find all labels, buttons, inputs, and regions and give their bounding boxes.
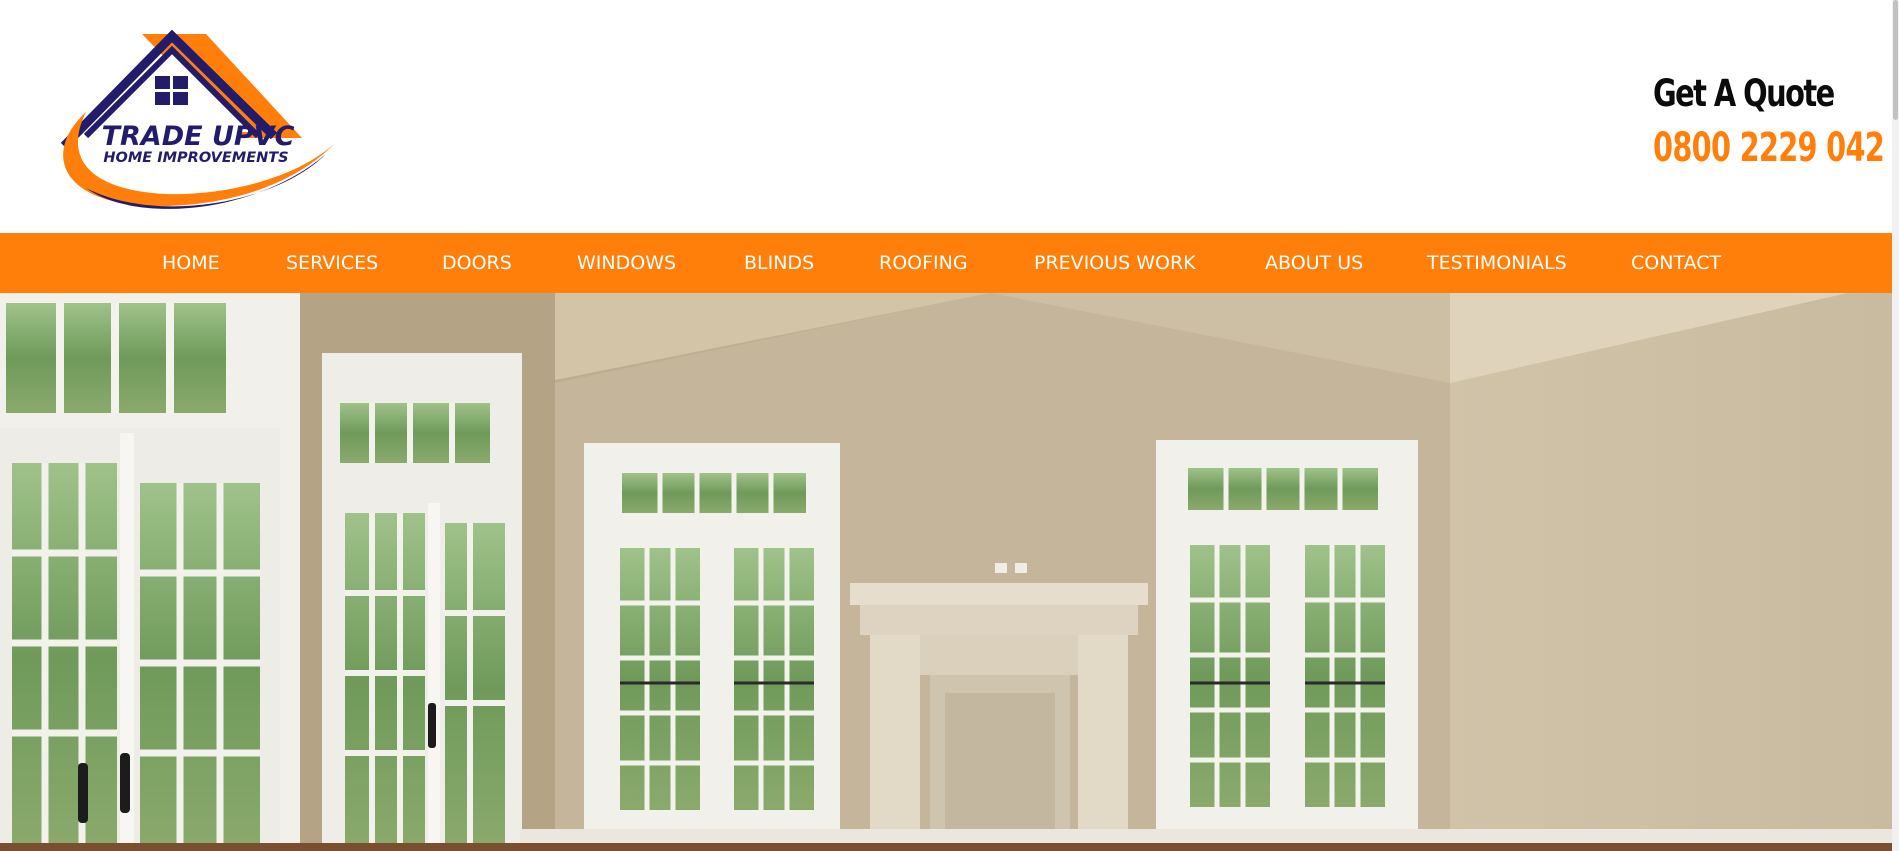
page-scrollbar[interactable]: [1892, 0, 1899, 851]
left-second-doors: [322, 353, 522, 851]
nav-item-services[interactable]: SERVICES: [286, 233, 378, 293]
logo-text-line2: HOME IMPROVEMENTS: [103, 150, 288, 166]
logo-graphic: TRADE UPVC HOME IMPROVEMENTS: [60, 29, 334, 209]
nav-item-blinds[interactable]: BLINDS: [744, 233, 814, 293]
site-logo[interactable]: TRADE UPVC HOME IMPROVEMENTS: [46, 28, 346, 224]
site-header: TRADE UPVC HOME IMPROVEMENTS Get A Quote…: [0, 0, 1892, 233]
left-french-doors: [0, 293, 300, 851]
hero-image: [0, 293, 1892, 851]
center-left-doors: [584, 443, 840, 851]
scrollbar-thumb[interactable]: [1893, 0, 1898, 120]
quote-phone-link[interactable]: 0800 2229 042: [1653, 125, 1885, 171]
get-a-quote-heading: Get A Quote: [1653, 72, 1835, 115]
hero-room-illustration: [0, 293, 1892, 851]
nav-item-contact[interactable]: CONTACT: [1631, 233, 1721, 293]
page: TRADE UPVC HOME IMPROVEMENTS Get A Quote…: [0, 0, 1899, 851]
nav-item-about-us[interactable]: ABOUT US: [1265, 233, 1363, 293]
nav-item-home[interactable]: HOME: [162, 233, 220, 293]
nav-item-roofing[interactable]: ROOFING: [879, 233, 968, 293]
main-navigation: HOME SERVICES DOORS WINDOWS BLINDS ROOFI…: [0, 233, 1892, 293]
nav-item-testimonials[interactable]: TESTIMONIALS: [1427, 233, 1567, 293]
logo-text-line1: TRADE UPVC: [102, 121, 295, 152]
nav-item-previous-work[interactable]: PREVIOUS WORK: [1034, 233, 1196, 293]
nav-item-doors[interactable]: DOORS: [442, 233, 512, 293]
fireplace: [850, 563, 1148, 851]
right-french-doors: [1156, 440, 1418, 851]
nav-item-windows[interactable]: WINDOWS: [577, 233, 676, 293]
